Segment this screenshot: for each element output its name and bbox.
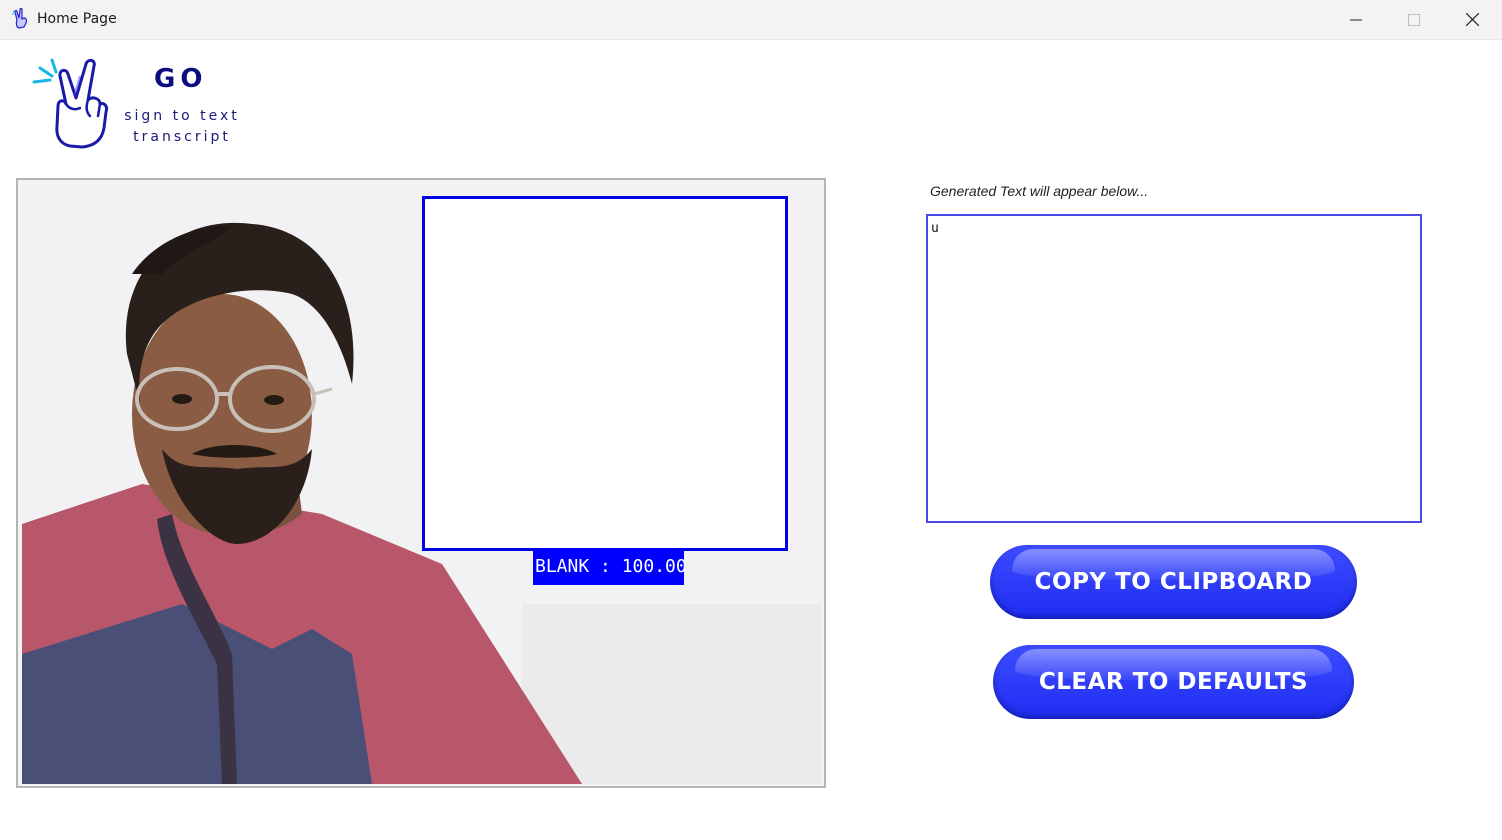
minimize-icon [1350,19,1362,20]
copy-to-clipboard-button[interactable]: COPY TO CLIPBOARD [990,545,1357,619]
peace-hand-icon [12,8,27,29]
logo-subtitle-line1: sign to text [124,108,240,124]
output-label: Generated Text will appear below... [930,183,1149,199]
camera-feed: BLANK : 100.00 [16,178,826,788]
copy-button-label: COPY TO CLIPBOARD [1034,569,1313,595]
clear-to-defaults-button[interactable]: CLEAR TO DEFAULTS [993,645,1354,719]
logo-subtitle: sign to text transcript [112,106,252,148]
close-button[interactable] [1443,0,1501,39]
logo-title: GO [154,64,208,94]
title-bar: Home Page [0,0,1502,40]
minimize-button[interactable] [1327,0,1385,39]
clear-button-label: CLEAR TO DEFAULTS [1038,669,1309,695]
maximize-icon [1408,13,1420,26]
window-title: Home Page [37,11,117,27]
close-icon [1465,13,1479,26]
generated-text-area[interactable]: u [926,214,1422,523]
prediction-label: BLANK : 100.00 [533,549,684,585]
maximize-button[interactable] [1385,0,1443,39]
roi-box [422,196,788,551]
logo-subtitle-line2: transcript [133,129,231,145]
